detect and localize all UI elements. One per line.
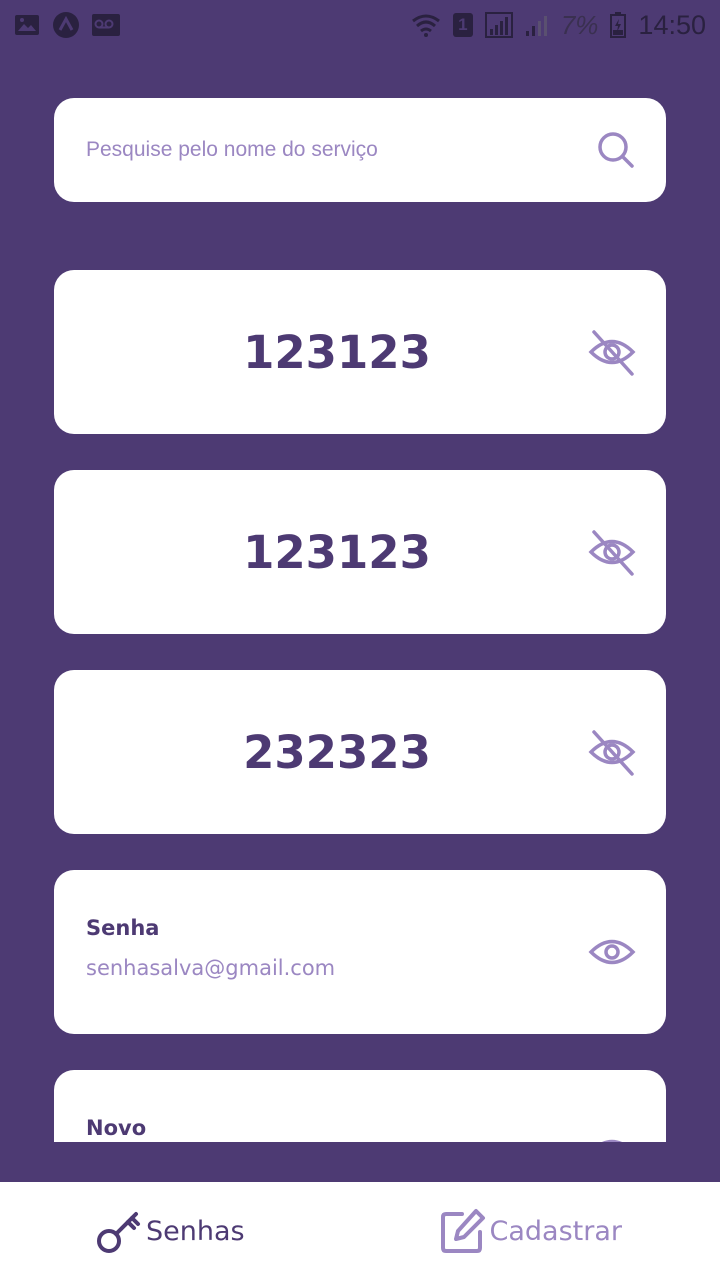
status-bar: 1 7% 14:50	[0, 0, 720, 50]
status-bar-right: 1 7% 14:50	[411, 10, 706, 41]
signal-icon	[484, 12, 513, 38]
list-item[interactable]: Novo	[54, 1070, 666, 1142]
battery-percent: 7%	[560, 9, 599, 40]
list-item[interactable]: 123123	[54, 270, 666, 434]
signal-icon-2	[525, 13, 549, 37]
password-value: 123123	[243, 325, 431, 379]
search-icon[interactable]	[596, 130, 636, 170]
clock: 14:50	[638, 9, 706, 40]
password-list[interactable]: 123123 123123 232323 Senha senhasalva@gm…	[54, 270, 666, 1142]
eye-icon[interactable]	[588, 928, 636, 976]
bottom-tab-bar: Senhas Cadastrar	[0, 1182, 720, 1280]
voicemail-icon	[92, 14, 120, 36]
sim-badge: 1	[452, 13, 473, 37]
eye-off-icon[interactable]	[588, 728, 636, 776]
wifi-icon	[411, 13, 441, 37]
status-bar-left	[14, 11, 120, 39]
service-info: Senha senhasalva@gmail.com	[86, 916, 335, 980]
eye-icon[interactable]	[588, 1128, 636, 1142]
password-value: 232323	[243, 725, 431, 779]
list-item[interactable]: 123123	[54, 470, 666, 634]
eye-off-icon[interactable]	[588, 528, 636, 576]
search-input[interactable]	[86, 138, 546, 162]
service-title: Novo	[86, 1116, 147, 1140]
service-title: Senha	[86, 916, 160, 940]
battery-icon	[610, 12, 627, 38]
list-item[interactable]: 232323	[54, 670, 666, 834]
service-email: senhasalva@gmail.com	[86, 956, 336, 980]
search-bar	[54, 98, 666, 202]
key-icon	[96, 1208, 142, 1254]
eye-off-icon[interactable]	[588, 328, 636, 376]
tab-senhas[interactable]: Senhas	[96, 1208, 245, 1254]
tab-label: Cadastrar	[489, 1215, 622, 1247]
list-item[interactable]: Senha senhasalva@gmail.com	[54, 870, 666, 1034]
app-notification-icon	[52, 11, 80, 39]
tab-cadastrar[interactable]: Cadastrar	[440, 1208, 622, 1254]
password-value: 123123	[243, 525, 431, 579]
service-info: Novo	[86, 1116, 146, 1142]
gallery-icon	[14, 14, 40, 36]
tab-label: Senhas	[146, 1215, 245, 1247]
edit-icon	[440, 1208, 486, 1254]
